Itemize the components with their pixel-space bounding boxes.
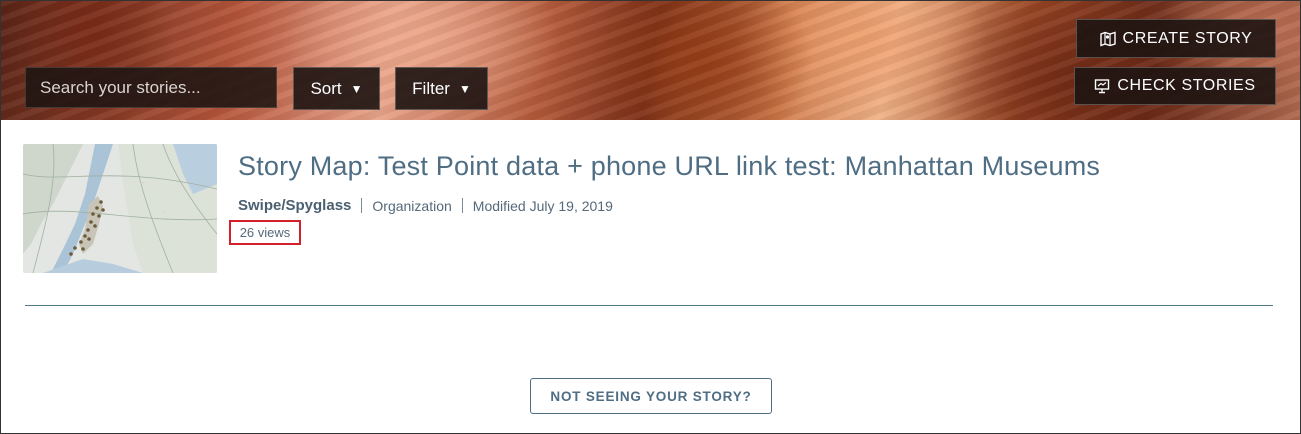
create-story-label: CREATE STORY <box>1122 29 1253 47</box>
meta-separator <box>461 198 463 213</box>
filter-button[interactable]: Filter ▼ <box>395 67 488 110</box>
story-title[interactable]: Story Map: Test Point data + phone URL l… <box>238 151 1100 182</box>
section-divider <box>25 305 1273 306</box>
create-story-button[interactable]: CREATE STORY <box>1076 19 1276 58</box>
map-icon <box>1099 31 1116 47</box>
story-sharing: Organization <box>372 197 452 214</box>
meta-separator <box>361 198 363 213</box>
check-stories-button[interactable]: CHECK STORIES <box>1074 67 1276 105</box>
story-modified: Modified July 19, 2019 <box>472 197 613 214</box>
sort-button[interactable]: Sort ▼ <box>293 67 380 110</box>
story-meta: Swipe/Spyglass Organization Modified Jul… <box>238 197 613 214</box>
story-views: 26 views <box>229 220 301 245</box>
caret-down-icon: ▼ <box>350 81 363 96</box>
page-frame: Sort ▼ Filter ▼ CREATE STORY CHECK STORI… <box>0 0 1301 434</box>
check-stories-label: CHECK STORIES <box>1117 77 1256 94</box>
not-seeing-story-button[interactable]: NOT SEEING YOUR STORY? <box>530 378 772 414</box>
caret-down-icon: ▼ <box>458 81 471 96</box>
presentation-icon <box>1094 78 1110 94</box>
map-thumbnail[interactable]: · · <box>23 144 217 273</box>
story-type: Swipe/Spyglass <box>238 197 352 214</box>
filter-label: Filter <box>412 78 450 98</box>
sort-label: Sort <box>310 78 342 98</box>
search-input[interactable] <box>25 67 277 108</box>
